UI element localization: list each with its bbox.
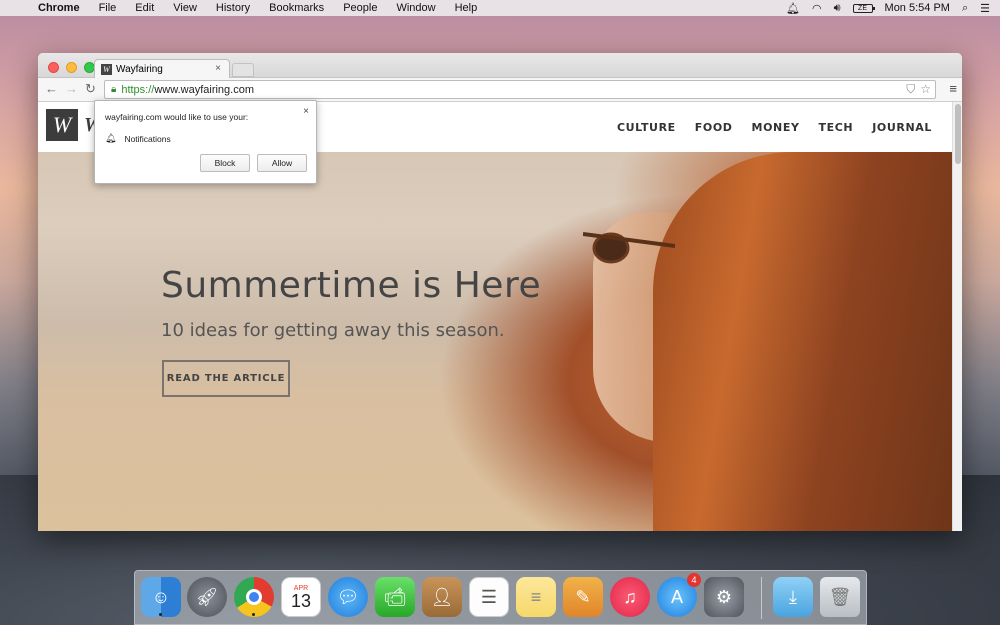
menu-bar: Chrome File Edit View History Bookmarks … <box>0 0 1000 16</box>
tab-close-icon[interactable]: × <box>215 63 221 74</box>
facetime-icon[interactable]: 📹︎ <box>375 577 415 617</box>
hero-title: Summertime is Here <box>161 265 542 306</box>
close-window-button[interactable] <box>48 62 59 73</box>
menu-clock[interactable]: Mon 5:54 PM <box>885 2 950 14</box>
dock-separator <box>761 577 762 619</box>
volume-icon[interactable]: 🔊︎ <box>834 2 841 15</box>
menu-people[interactable]: People <box>343 2 377 14</box>
notes-icon[interactable]: ≡ <box>516 577 556 617</box>
forward-arrow-icon[interactable]: → <box>65 81 78 96</box>
nav-journal[interactable]: JOURNAL <box>872 121 932 134</box>
block-button[interactable]: Block <box>200 154 250 172</box>
hero-subtitle: 10 ideas for getting away this season. <box>161 320 505 341</box>
reload-icon[interactable]: ↻ <box>85 81 96 97</box>
scrollbar-thumb[interactable] <box>955 104 961 164</box>
nav-money[interactable]: MONEY <box>752 121 800 134</box>
nav-tech[interactable]: TECH <box>819 121 854 134</box>
menu-window[interactable]: Window <box>396 2 435 14</box>
pages-icon[interactable]: ✎ <box>563 577 603 617</box>
read-article-button[interactable]: READ THE ARTICLE <box>162 360 290 397</box>
calendar-icon[interactable]: APR 13 <box>281 577 321 617</box>
back-arrow-icon[interactable]: ← <box>45 81 58 96</box>
trash-icon[interactable]: 🗑︎ <box>820 577 860 617</box>
itunes-icon[interactable]: ♫ <box>610 577 650 617</box>
browser-toolbar: ← → ↻ 🔒︎ https://www.wayfairing.com ⛉ ☆ … <box>38 78 962 102</box>
calendar-day: 13 <box>290 590 312 611</box>
notification-bell-icon[interactable]: 🔔︎ <box>786 2 800 15</box>
sunglasses-image <box>583 232 675 264</box>
url-scheme: https:// <box>121 83 155 96</box>
chrome-icon[interactable] <box>234 577 274 617</box>
notification-permission-dialog: wayfairing.com would like to use your: ×… <box>94 100 317 184</box>
permission-item: Notifications <box>124 133 171 144</box>
permission-title: wayfairing.com would like to use your: <box>105 112 249 122</box>
reminders-icon[interactable]: ☰ <box>469 577 509 617</box>
nav-food[interactable]: FOOD <box>695 121 733 134</box>
menu-app-name[interactable]: Chrome <box>38 2 80 14</box>
site-logo[interactable]: W <box>46 109 78 141</box>
site-nav: CULTURE FOOD MONEY TECH JOURNAL <box>617 121 932 134</box>
favicon-icon: W <box>101 64 112 75</box>
notification-center-icon[interactable]: ☰ <box>980 2 990 15</box>
address-bar[interactable]: 🔒︎ https://www.wayfairing.com ⛉ ☆ <box>104 80 936 99</box>
browser-tab[interactable]: W Wayfairing × <box>94 59 230 79</box>
menu-bookmarks[interactable]: Bookmarks <box>269 2 324 14</box>
menu-help[interactable]: Help <box>455 2 478 14</box>
hero-photo-hair <box>653 152 952 531</box>
menu-history[interactable]: History <box>216 2 250 14</box>
tab-title: Wayfairing <box>116 64 163 75</box>
nav-culture[interactable]: CULTURE <box>617 121 676 134</box>
menu-view[interactable]: View <box>173 2 197 14</box>
allow-button[interactable]: Allow <box>257 154 307 172</box>
spotlight-search-icon[interactable]: ⌕ <box>962 2 968 15</box>
bell-icon: 🔔︎ <box>105 133 117 143</box>
downloads-folder-icon[interactable]: ⤓ <box>773 577 813 617</box>
menu-edit[interactable]: Edit <box>135 2 154 14</box>
finder-icon[interactable]: ☺ <box>141 577 181 617</box>
messages-icon[interactable]: 💬︎ <box>328 577 368 617</box>
launchpad-icon[interactable]: 🚀︎ <box>187 577 227 617</box>
close-icon[interactable]: × <box>303 106 309 117</box>
app-store-badge: 4 <box>687 573 701 587</box>
contacts-icon[interactable]: 👤︎ <box>422 577 462 617</box>
shield-icon[interactable]: ⛉ <box>906 82 915 97</box>
page-scrollbar[interactable] <box>952 102 962 531</box>
dock: ☺ 🚀︎ APR 13 💬︎ 📹︎ 👤︎ ☰ ≡ ✎ ♫ A4 ⚙ ⤓ 🗑︎ <box>134 570 867 625</box>
title-bar: W Wayfairing × <box>38 53 962 79</box>
lock-icon: 🔒︎ <box>111 84 117 95</box>
url-host: www.wayfairing.com <box>154 83 254 96</box>
bookmark-star-icon[interactable]: ☆ <box>920 82 931 97</box>
wifi-icon[interactable]: ◠ <box>812 2 822 15</box>
minimize-window-button[interactable] <box>66 62 77 73</box>
chrome-menu-icon[interactable]: ≡ <box>949 81 957 96</box>
menu-file[interactable]: File <box>99 2 117 14</box>
system-preferences-icon[interactable]: ⚙ <box>704 577 744 617</box>
new-tab-button[interactable] <box>232 63 254 77</box>
battery-icon[interactable]: ZE <box>852 3 875 13</box>
app-store-icon[interactable]: A4 <box>657 573 701 617</box>
hero-banner: Summertime is Here 10 ideas for getting … <box>38 152 952 531</box>
